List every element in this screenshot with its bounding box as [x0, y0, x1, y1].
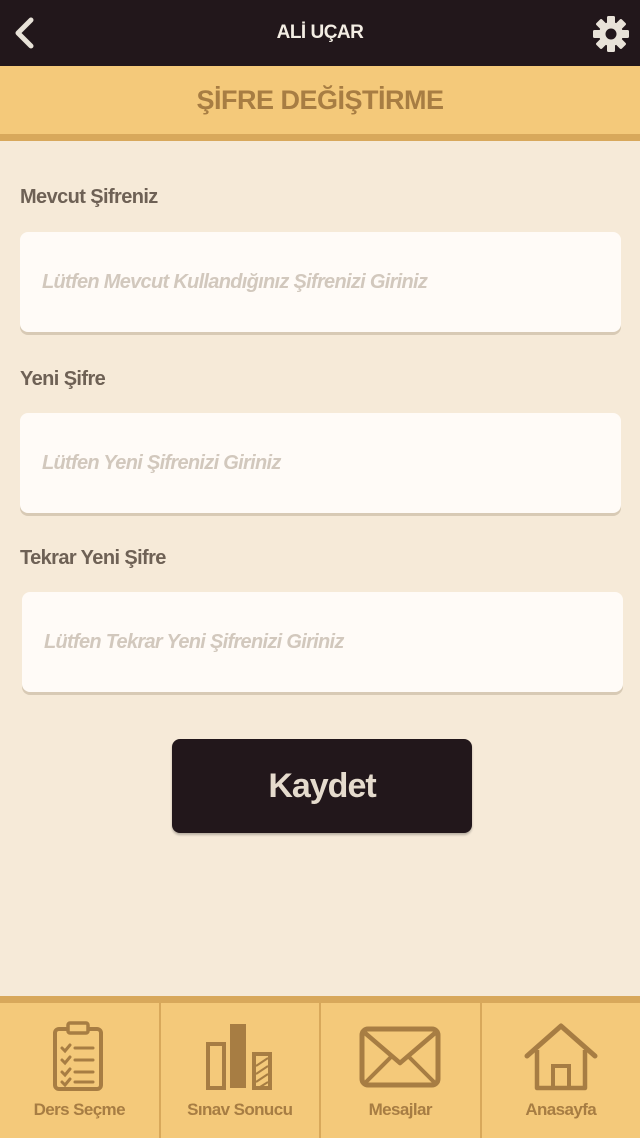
section-header: ŞİFRE DEĞİŞTİRME	[0, 66, 640, 141]
repeat-password-label: Tekrar Yeni Şifre	[20, 547, 166, 569]
nav-label: Anasayfa	[525, 1100, 597, 1119]
nav-item-ders-secme[interactable]: Ders Seçme	[0, 1003, 161, 1138]
gear-icon[interactable]	[592, 15, 630, 53]
bar-chart-icon	[205, 1024, 272, 1090]
top-bar: ALİ UÇAR	[0, 0, 640, 66]
app-screen: ALİ UÇAR ŞİFRE DEĞİŞTİRME Mevcut Şifreni…	[0, 0, 640, 1138]
save-button[interactable]: Kaydet	[172, 739, 472, 833]
bottom-nav: Ders Seçme Sınav Sonucu Mesajlar Anasayf…	[0, 996, 640, 1138]
nav-item-anasayfa[interactable]: Anasayfa	[482, 1003, 640, 1138]
nav-item-sinav-sonucu[interactable]: Sınav Sonucu	[161, 1003, 321, 1138]
envelope-icon	[359, 1026, 441, 1088]
clipboard-checklist-icon	[53, 1021, 104, 1091]
current-password-label: Mevcut Şifreniz	[20, 186, 158, 208]
new-password-label: Yeni Şifre	[20, 368, 106, 390]
nav-label: Mesajlar	[368, 1100, 433, 1119]
page-title: ŞİFRE DEĞİŞTİRME	[196, 84, 444, 115]
new-password-input[interactable]	[20, 413, 621, 513]
nav-item-mesajlar[interactable]: Mesajlar	[321, 1003, 482, 1138]
current-password-input[interactable]	[20, 232, 621, 332]
home-icon	[524, 1023, 598, 1091]
user-name-title: ALİ UÇAR	[276, 22, 364, 43]
repeat-password-input[interactable]	[22, 592, 623, 692]
chevron-left-icon[interactable]	[10, 15, 40, 51]
nav-label: Ders Seçme	[33, 1100, 126, 1119]
nav-label: Sınav Sonucu	[187, 1100, 293, 1119]
